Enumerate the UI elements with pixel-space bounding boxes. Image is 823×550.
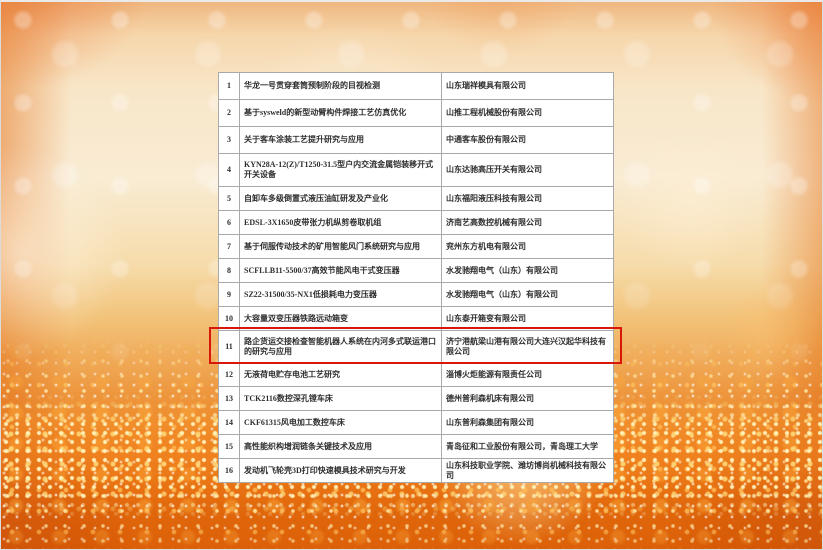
table-row: 14CKF61315风电加工数控车床山东普利森集团有限公司 xyxy=(219,411,614,435)
table-row: 11路企货运交接检查智能机器人系统在内河多式联运港口的研究与应用济宁港航梁山港有… xyxy=(219,331,614,363)
project-title: 基于伺服传动技术的矿用智能风门系统研究与应用 xyxy=(240,235,442,259)
project-title: EDSL-3X1650皮带张力机纵剪卷取机组 xyxy=(240,211,442,235)
project-title: 高性能织构增润链条关键技术及应用 xyxy=(240,435,442,459)
company-name: 山东达驰高压开关有限公司 xyxy=(442,154,614,187)
project-title: KYN28A-12(Z)/T1250-31.5型户内交流金属铠装移开式开关设备 xyxy=(240,154,442,187)
project-table: 1华龙一号贯穿套筒预制阶段的目视检测山东瑞祥模具有限公司2基于sysweld的新… xyxy=(218,72,614,483)
project-title: 关于客车涂装工艺提升研究与应用 xyxy=(240,127,442,154)
project-title: 路企货运交接检查智能机器人系统在内河多式联运港口的研究与应用 xyxy=(240,331,442,363)
project-title: 大容量双变压器铁路远动箱变 xyxy=(240,307,442,331)
company-name: 淄博火炬能源有限责任公司 xyxy=(442,363,614,387)
project-title: TCK2116数控深孔镗车床 xyxy=(240,387,442,411)
table-row: 8SCFLLB11-5500/37高效节能风电干式变压器水发驰翔电气（山东）有限… xyxy=(219,259,614,283)
row-number: 4 xyxy=(219,154,240,187)
company-name: 青岛征和工业股份有限公司，青岛理工大学 xyxy=(442,435,614,459)
row-number: 14 xyxy=(219,411,240,435)
company-name: 兖州东方机电有限公司 xyxy=(442,235,614,259)
table-row: 16发动机飞轮壳3D打印快速模具技术研究与开发山东科技职业学院、潍坊博尚机械科技… xyxy=(219,459,614,483)
table-row: 1华龙一号贯穿套筒预制阶段的目视检测山东瑞祥模具有限公司 xyxy=(219,73,614,100)
company-name: 山推工程机械股份有限公司 xyxy=(442,100,614,127)
project-title: 华龙一号贯穿套筒预制阶段的目视检测 xyxy=(240,73,442,100)
table-row: 6EDSL-3X1650皮带张力机纵剪卷取机组济南艺高数控机械有限公司 xyxy=(219,211,614,235)
table-row: 7基于伺服传动技术的矿用智能风门系统研究与应用兖州东方机电有限公司 xyxy=(219,235,614,259)
row-number: 11 xyxy=(219,331,240,363)
project-award-table: 1华龙一号贯穿套筒预制阶段的目视检测山东瑞祥模具有限公司2基于sysweld的新… xyxy=(218,72,613,483)
project-title: 发动机飞轮壳3D打印快速模具技术研究与开发 xyxy=(240,459,442,483)
row-number: 7 xyxy=(219,235,240,259)
project-table-body: 1华龙一号贯穿套筒预制阶段的目视检测山东瑞祥模具有限公司2基于sysweld的新… xyxy=(219,73,614,483)
company-name: 山东福阳液压科技有限公司 xyxy=(442,187,614,211)
project-title: SZ22-31500/35-NX1低损耗电力变压器 xyxy=(240,283,442,307)
project-title: SCFLLB11-5500/37高效节能风电干式变压器 xyxy=(240,259,442,283)
table-row: 12无液荷电贮存电池工艺研究淄博火炬能源有限责任公司 xyxy=(219,363,614,387)
table-row: 10大容量双变压器铁路远动箱变山东泰开箱变有限公司 xyxy=(219,307,614,331)
project-title: 基于sysweld的新型动臂构件焊接工艺仿真优化 xyxy=(240,100,442,127)
company-name: 山东瑞祥模具有限公司 xyxy=(442,73,614,100)
table-row: 9SZ22-31500/35-NX1低损耗电力变压器水发驰翔电气（山东）有限公司 xyxy=(219,283,614,307)
table-row: 15高性能织构增润链条关键技术及应用青岛征和工业股份有限公司，青岛理工大学 xyxy=(219,435,614,459)
project-title: 自卸车多级倒置式液压油缸研发及产业化 xyxy=(240,187,442,211)
company-name: 中通客车股份有限公司 xyxy=(442,127,614,154)
table-row: 13TCK2116数控深孔镗车床德州普利森机床有限公司 xyxy=(219,387,614,411)
row-number: 1 xyxy=(219,73,240,100)
project-title: CKF61315风电加工数控车床 xyxy=(240,411,442,435)
row-number: 2 xyxy=(219,100,240,127)
row-number: 15 xyxy=(219,435,240,459)
company-name: 山东普利森集团有限公司 xyxy=(442,411,614,435)
project-title: 无液荷电贮存电池工艺研究 xyxy=(240,363,442,387)
row-number: 12 xyxy=(219,363,240,387)
company-name: 山东泰开箱变有限公司 xyxy=(442,307,614,331)
company-name: 德州普利森机床有限公司 xyxy=(442,387,614,411)
row-number: 8 xyxy=(219,259,240,283)
row-number: 10 xyxy=(219,307,240,331)
row-number: 5 xyxy=(219,187,240,211)
row-number: 6 xyxy=(219,211,240,235)
table-row: 5自卸车多级倒置式液压油缸研发及产业化山东福阳液压科技有限公司 xyxy=(219,187,614,211)
company-name: 济宁港航梁山港有限公司大连兴汉起华科技有限公司 xyxy=(442,331,614,363)
company-name: 山东科技职业学院、潍坊博尚机械科技有限公司 xyxy=(442,459,614,483)
table-row: 2基于sysweld的新型动臂构件焊接工艺仿真优化山推工程机械股份有限公司 xyxy=(219,100,614,127)
screenshot-frame: 1华龙一号贯穿套筒预制阶段的目视检测山东瑞祥模具有限公司2基于sysweld的新… xyxy=(0,0,823,550)
row-number: 16 xyxy=(219,459,240,483)
row-number: 9 xyxy=(219,283,240,307)
company-name: 济南艺高数控机械有限公司 xyxy=(442,211,614,235)
company-name: 水发驰翔电气（山东）有限公司 xyxy=(442,283,614,307)
table-row: 3关于客车涂装工艺提升研究与应用中通客车股份有限公司 xyxy=(219,127,614,154)
row-number: 3 xyxy=(219,127,240,154)
row-number: 13 xyxy=(219,387,240,411)
table-row: 4KYN28A-12(Z)/T1250-31.5型户内交流金属铠装移开式开关设备… xyxy=(219,154,614,187)
company-name: 水发驰翔电气（山东）有限公司 xyxy=(442,259,614,283)
